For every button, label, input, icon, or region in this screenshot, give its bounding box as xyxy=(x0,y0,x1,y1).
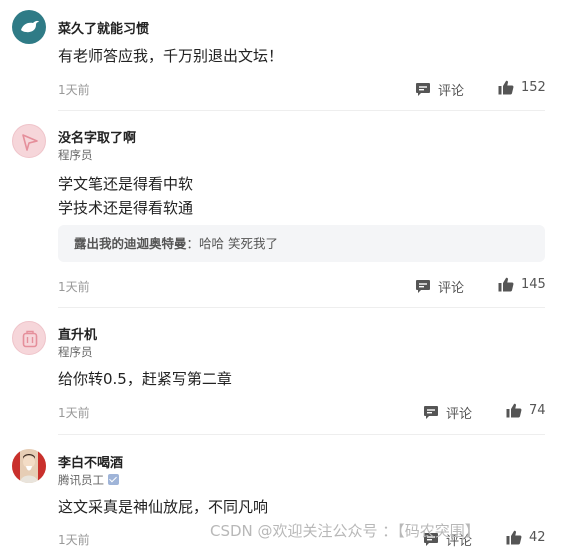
username[interactable]: 直升机 xyxy=(58,324,97,343)
thumbs-up-icon xyxy=(498,80,514,95)
comment-button[interactable]: 评论 xyxy=(415,277,464,296)
comment-icon xyxy=(416,280,430,293)
user-role: 腾讯员工 xyxy=(58,472,119,488)
comment-item: 直升机 程序员 给你转0.5，赶紧写第二章 1天前 评论 74 xyxy=(0,307,563,435)
paper-plane-icon xyxy=(22,134,38,151)
comment-line: 有老师答应我，千万别退出文坛！ xyxy=(58,47,284,65)
avatar[interactable] xyxy=(12,449,46,483)
like-button[interactable]: 152 xyxy=(498,80,546,95)
timestamp: 1天前 xyxy=(58,406,90,420)
like-count: 42 xyxy=(529,530,546,545)
comment-label: 评论 xyxy=(446,407,473,422)
like-count: 152 xyxy=(521,80,546,95)
comment-button[interactable]: 评论 xyxy=(415,80,464,99)
comment-text: 学文笔还是得看中软 学技术还是得看软通 xyxy=(58,172,193,220)
like-button[interactable]: 74 xyxy=(506,403,546,418)
avatar[interactable] xyxy=(12,321,46,355)
bag-icon xyxy=(22,330,38,348)
username[interactable]: 菜久了就能习惯 xyxy=(58,18,149,37)
thumbs-up-icon xyxy=(506,530,522,545)
verified-badge-icon xyxy=(108,474,119,485)
user-role-text: 腾讯员工 xyxy=(58,473,104,487)
like-button[interactable]: 42 xyxy=(506,530,546,545)
reply-preview[interactable]: 露出我的迪迦奥特曼：哈哈 笑死我了 xyxy=(58,225,545,262)
user-role: 程序员 xyxy=(58,345,93,359)
timestamp: 1天前 xyxy=(58,280,90,294)
timestamp: 1天前 xyxy=(58,533,90,547)
comment-text: 有老师答应我，千万别退出文坛！ xyxy=(58,44,283,68)
comment-line: 学文笔还是得看中软 xyxy=(58,175,194,193)
reply-text: ：哈哈 笑死我了 xyxy=(186,236,278,251)
comment-item: 没名字取了啊 程序员 学文笔还是得看中软 学技术还是得看软通 露出我的迪迦奥特曼… xyxy=(0,110,563,310)
username[interactable]: 没名字取了啊 xyxy=(58,127,136,146)
comment-line: 这文采真是神仙放屁，不同凡响 xyxy=(58,498,269,516)
user-role: 程序员 xyxy=(58,148,93,162)
bird-icon xyxy=(21,20,39,33)
avatar[interactable] xyxy=(12,10,46,44)
comment-icon xyxy=(416,83,430,96)
reply-username[interactable]: 露出我的迪迦奥特曼 xyxy=(74,236,187,251)
comment-line: 给你转0.5，赶紧写第二章 xyxy=(58,370,232,388)
comment-text: 给你转0.5，赶紧写第二章 xyxy=(58,367,232,391)
like-button[interactable]: 145 xyxy=(498,277,546,292)
portrait-icon xyxy=(12,449,46,483)
comment-icon xyxy=(424,406,438,419)
username[interactable]: 李白不喝酒 xyxy=(58,452,123,471)
comment-line: 学技术还是得看软通 xyxy=(58,199,194,217)
comment-button[interactable]: 评论 xyxy=(423,403,472,422)
thumbs-up-icon xyxy=(498,277,514,292)
watermark: CSDN @欢迎关注公众号 ：【码农突围】 xyxy=(210,522,480,540)
thumbs-up-icon xyxy=(506,403,522,418)
timestamp: 1天前 xyxy=(58,83,90,97)
like-count: 74 xyxy=(529,403,546,418)
avatar[interactable] xyxy=(12,124,46,158)
comment-text: 这文采真是神仙放屁，不同凡响 xyxy=(58,495,268,519)
comment-item: 菜久了就能习惯 有老师答应我，千万别退出文坛！ 1天前 评论 152 xyxy=(0,0,563,111)
comment-label: 评论 xyxy=(438,84,465,99)
comment-label: 评论 xyxy=(438,281,465,296)
like-count: 145 xyxy=(521,277,546,292)
